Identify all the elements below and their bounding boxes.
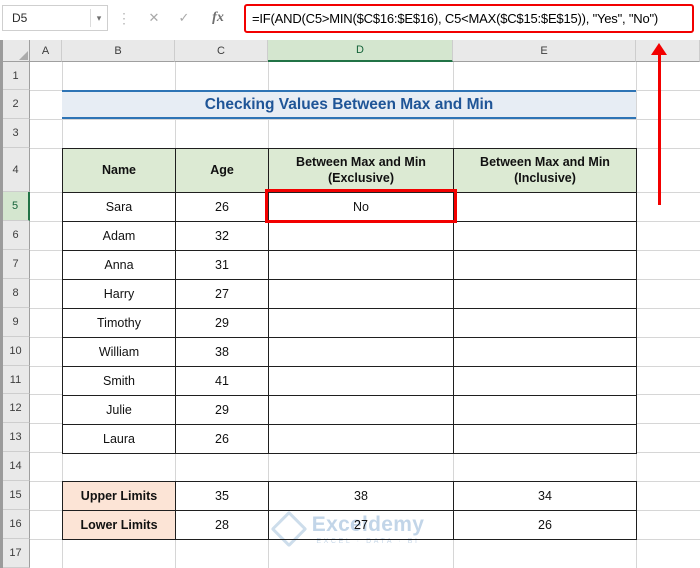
cell-D9[interactable] — [269, 309, 454, 338]
column-header-f[interactable] — [636, 40, 700, 62]
spreadsheet: A B C D E 1 2 3 4 5 6 7 8 9 10 11 12 13 … — [0, 40, 700, 568]
row-header-16[interactable]: 16 — [0, 510, 30, 539]
column-header-b[interactable]: B — [62, 40, 175, 62]
cell-B9[interactable]: Timothy — [63, 309, 176, 338]
formula-input[interactable]: =IF(AND(C5>MIN($C$16:$E$16), C5<MAX($C$1… — [244, 4, 694, 33]
cell-E8[interactable] — [454, 280, 637, 309]
cell-D13[interactable] — [269, 425, 454, 454]
cell-D7[interactable] — [269, 251, 454, 280]
row-header-8[interactable]: 8 — [0, 279, 30, 308]
cell-B12[interactable]: Julie — [63, 396, 176, 425]
limits-table: Upper Limits 35 38 34 Lower Limits 28 27… — [62, 481, 637, 540]
row-header-2[interactable]: 2 — [0, 90, 30, 119]
row-header-11[interactable]: 11 — [0, 366, 30, 394]
cell-B13[interactable]: Laura — [63, 425, 176, 454]
cell-E9[interactable] — [454, 309, 637, 338]
cell-E13[interactable] — [454, 425, 637, 454]
cell-C6[interactable]: 32 — [176, 222, 269, 251]
cell-D8[interactable] — [269, 280, 454, 309]
cell-C13[interactable]: 26 — [176, 425, 269, 454]
row-header-10[interactable]: 10 — [0, 337, 30, 366]
cell-C5[interactable]: 26 — [176, 193, 269, 222]
sheet-title-cell[interactable]: Checking Values Between Max and Min — [62, 90, 636, 119]
corner-triangle-icon — [19, 51, 28, 60]
row-header-14[interactable]: 14 — [0, 452, 30, 481]
row-header-12[interactable]: 12 — [0, 394, 30, 423]
name-box-dropdown-icon[interactable]: ▾ — [91, 13, 107, 24]
row-header-9[interactable]: 9 — [0, 308, 30, 337]
column-header-c[interactable]: C — [175, 40, 268, 62]
cell-B7[interactable]: Anna — [63, 251, 176, 280]
cell-E10[interactable] — [454, 338, 637, 367]
cell-E16[interactable]: 26 — [454, 511, 637, 540]
row-header-17[interactable]: 17 — [0, 539, 30, 568]
cell-B16[interactable]: Lower Limits — [63, 511, 176, 540]
cell-D11[interactable] — [269, 367, 454, 396]
cell-C11[interactable]: 41 — [176, 367, 269, 396]
name-box[interactable]: D5 ▾ — [2, 5, 108, 31]
excel-window: D5 ▾ ⋮ ✕ ✓ fx =IF(AND(C5>MIN($C$16:$E$16… — [0, 0, 700, 568]
cell-C16[interactable]: 28 — [176, 511, 269, 540]
cell-E11[interactable] — [454, 367, 637, 396]
cell-E4[interactable]: Between Max and Min (Inclusive) — [454, 149, 637, 193]
cell-D12[interactable] — [269, 396, 454, 425]
column-header-a[interactable]: A — [30, 40, 62, 62]
cell-B15[interactable]: Upper Limits — [63, 482, 176, 511]
row-header-15[interactable]: 15 — [0, 481, 30, 510]
formula-text: =IF(AND(C5>MIN($C$16:$E$16), C5<MAX($C$1… — [252, 11, 659, 26]
cell-B8[interactable]: Harry — [63, 280, 176, 309]
cell-D4[interactable]: Between Max and Min (Exclusive) — [269, 149, 454, 193]
row-header-5[interactable]: 5 — [0, 192, 30, 221]
cell-E6[interactable] — [454, 222, 637, 251]
row-header-7[interactable]: 7 — [0, 250, 30, 279]
row-header-4[interactable]: 4 — [0, 148, 30, 192]
cell-B5[interactable]: Sara — [63, 193, 176, 222]
cell-E15[interactable]: 34 — [454, 482, 637, 511]
cell-E7[interactable] — [454, 251, 637, 280]
cell-D5[interactable]: No — [269, 193, 454, 222]
cell-B6[interactable]: Adam — [63, 222, 176, 251]
enter-icon[interactable]: ✓ — [172, 5, 196, 31]
column-header-d[interactable]: D — [268, 40, 453, 62]
cell-D15[interactable]: 38 — [269, 482, 454, 511]
cell-C4[interactable]: Age — [176, 149, 269, 193]
cell-C8[interactable]: 27 — [176, 280, 269, 309]
cell-C7[interactable]: 31 — [176, 251, 269, 280]
cell-D10[interactable] — [269, 338, 454, 367]
select-all-corner[interactable] — [0, 40, 30, 62]
row-header-3[interactable]: 3 — [0, 119, 30, 148]
row-header-13[interactable]: 13 — [0, 423, 30, 452]
formula-bar: D5 ▾ ⋮ ✕ ✓ fx =IF(AND(C5>MIN($C$16:$E$16… — [0, 0, 700, 38]
insert-function-icon[interactable]: fx — [204, 5, 232, 31]
window-left-edge — [0, 40, 3, 568]
cell-C10[interactable]: 38 — [176, 338, 269, 367]
cell-C15[interactable]: 35 — [176, 482, 269, 511]
cell-C12[interactable]: 29 — [176, 396, 269, 425]
cell-B4[interactable]: Name — [63, 149, 176, 193]
cell-C9[interactable]: 29 — [176, 309, 269, 338]
cancel-icon[interactable]: ✕ — [142, 5, 166, 31]
annotation-arrow-shaft — [658, 54, 661, 205]
cell-E12[interactable] — [454, 396, 637, 425]
cell-E5[interactable] — [454, 193, 637, 222]
main-table: Name Age Between Max and Min (Exclusive)… — [62, 148, 637, 454]
row-header-6[interactable]: 6 — [0, 221, 30, 250]
formula-bar-grip-icon: ⋮ — [117, 9, 131, 26]
name-box-value: D5 — [12, 11, 28, 25]
cell-D16[interactable]: 27 — [269, 511, 454, 540]
cell-D6[interactable] — [269, 222, 454, 251]
cell-B11[interactable]: Smith — [63, 367, 176, 396]
column-header-e[interactable]: E — [453, 40, 636, 62]
row-header-1[interactable]: 1 — [0, 62, 30, 90]
cell-B10[interactable]: William — [63, 338, 176, 367]
